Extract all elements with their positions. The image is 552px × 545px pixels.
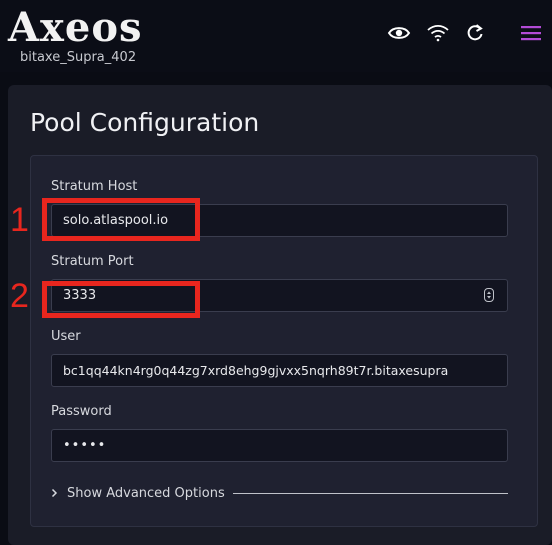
app-logo: Axeos xyxy=(8,4,143,51)
annotation-marker-2: 2 xyxy=(10,277,29,315)
user-label: User xyxy=(51,329,81,344)
divider xyxy=(233,493,508,494)
page-title: Pool Configuration xyxy=(30,108,260,137)
menu-icon[interactable] xyxy=(518,20,544,46)
show-advanced-toggle[interactable]: Show Advanced Options xyxy=(51,484,225,502)
highlight-box-port xyxy=(42,281,200,318)
stratum-host-label: Stratum Host xyxy=(51,179,138,194)
chevron-right-icon xyxy=(51,488,58,498)
refresh-icon[interactable] xyxy=(462,20,488,46)
password-input[interactable]: ••••• xyxy=(51,429,508,462)
annotation-marker-1: 1 xyxy=(10,201,29,239)
device-name: bitaxe_Supra_402 xyxy=(20,50,137,65)
password-value: ••••• xyxy=(63,438,107,453)
user-input[interactable]: bc1qq44kn4rg0q44zg7xrd8ehg9gjvxx5nqrh89t… xyxy=(51,354,508,387)
port-stepper-icon[interactable] xyxy=(484,288,494,302)
eye-icon[interactable] xyxy=(386,20,412,46)
highlight-box-host xyxy=(42,198,200,241)
stratum-port-label: Stratum Port xyxy=(51,254,134,269)
user-value: bc1qq44kn4rg0q44zg7xrd8ehg9gjvxx5nqrh89t… xyxy=(63,363,449,378)
wifi-icon[interactable] xyxy=(425,20,451,46)
top-bar: Axeos bitaxe_Supra_402 xyxy=(0,0,552,72)
show-advanced-label: Show Advanced Options xyxy=(67,485,225,501)
password-label: Password xyxy=(51,404,112,419)
